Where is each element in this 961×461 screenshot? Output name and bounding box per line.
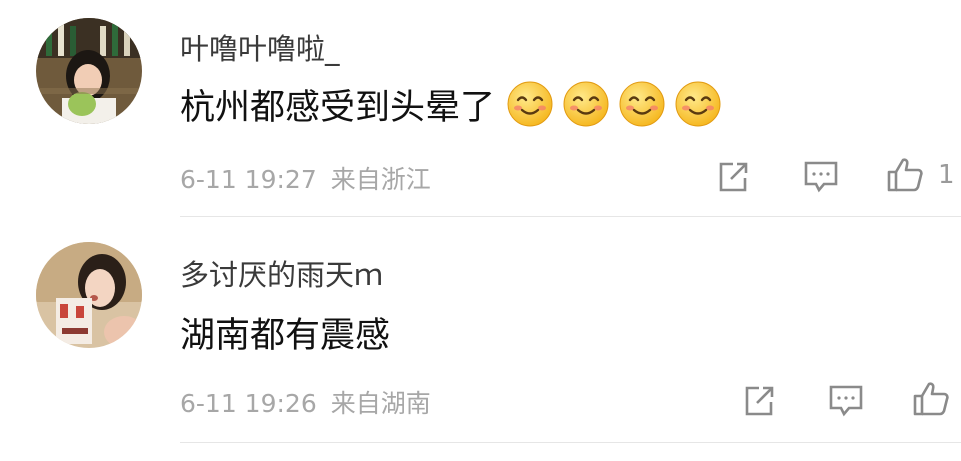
smile-emoji-icon <box>619 81 665 127</box>
comment-icon <box>829 385 863 417</box>
smile-emoji-icon <box>507 81 553 127</box>
comment-time: 6-11 19:26 <box>180 389 317 418</box>
comment-text: 湖南都有震感 <box>180 315 391 356</box>
comment-text-row: 杭州都感受到头晕了 <box>180 78 723 130</box>
comment-meta: 6-11 19:27 来自浙江 <box>180 160 431 196</box>
comment-text-row: 湖南都有震感 <box>180 306 390 358</box>
like-count: 1 <box>938 160 955 190</box>
username[interactable]: 多讨厌的雨天ｍ <box>180 252 383 294</box>
comment-icon <box>804 161 838 193</box>
comment-text: 杭州都感受到头晕了 <box>180 87 496 128</box>
comment-time: 6-11 19:27 <box>180 165 317 194</box>
share-button[interactable] <box>738 380 780 422</box>
thumbs-up-icon <box>913 382 949 416</box>
like-button[interactable] <box>910 378 952 420</box>
comment-item: 叶噜叶噜啦_ 杭州都感受到头晕了 6-11 19:27 来自浙江 1 <box>0 0 961 218</box>
comment-location: 来自湖南 <box>330 389 431 418</box>
share-icon <box>719 162 748 192</box>
comment-meta: 6-11 19:26 来自湖南 <box>180 384 431 420</box>
comment-item: 多讨厌的雨天ｍ 湖南都有震感 6-11 19:26 来自湖南 <box>0 218 961 461</box>
comment-button[interactable] <box>800 156 842 198</box>
share-icon <box>745 386 774 416</box>
smile-emoji-icon <box>675 81 721 127</box>
divider <box>180 216 961 217</box>
thumbs-up-icon <box>887 158 923 192</box>
avatar[interactable] <box>36 18 142 124</box>
smile-emoji-icon <box>563 81 609 127</box>
comment-location: 来自浙江 <box>330 165 431 194</box>
username[interactable]: 叶噜叶噜啦_ <box>180 26 340 68</box>
share-button[interactable] <box>712 156 754 198</box>
divider <box>180 442 961 443</box>
emoji-group <box>505 79 723 129</box>
avatar[interactable] <box>36 242 142 348</box>
comment-button[interactable] <box>825 380 867 422</box>
like-button[interactable] <box>884 154 926 196</box>
